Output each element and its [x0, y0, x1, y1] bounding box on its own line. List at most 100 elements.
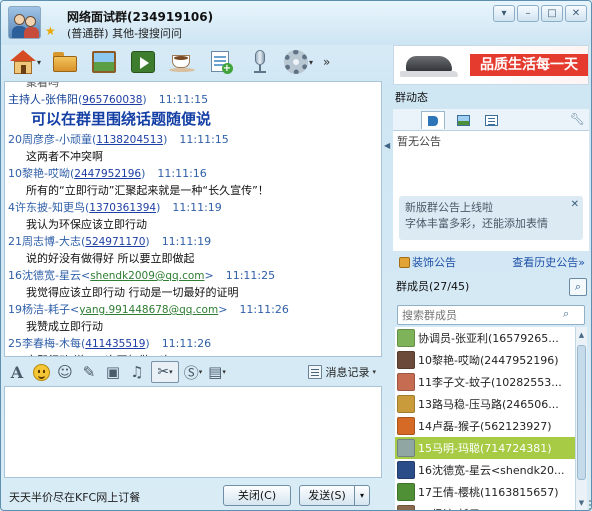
- ad-banner[interactable]: 品质生活每一天: [393, 45, 589, 85]
- group-avatar[interactable]: [8, 6, 41, 39]
- message-text: 所有的“立即行动”汇聚起来就是一种“长久宣传”！: [26, 184, 269, 197]
- scroll-down-icon[interactable]: ▼: [577, 497, 586, 509]
- face-icon[interactable]: ☺: [55, 362, 75, 382]
- decorate-notice-label: 装饰公告: [412, 256, 456, 269]
- member-item[interactable]: 17王倩-樱桃(1163815657): [395, 481, 575, 503]
- notice-history-link[interactable]: 查看历史公告»: [512, 254, 585, 270]
- sender-name[interactable]: 4许东披-知更鸟: [8, 199, 85, 216]
- group-video-button[interactable]: [124, 46, 161, 78]
- member-scrollbar[interactable]: ▲ ▼: [575, 327, 587, 510]
- group-files-button[interactable]: [46, 46, 83, 78]
- main-toolbar: ▾ + ▾ »: [7, 45, 383, 79]
- sender-id-link[interactable]: 1138204513: [96, 132, 163, 149]
- sender-name[interactable]: 10黎艳-哎呦: [8, 165, 70, 182]
- message-list: 聚看吗 主持人-张伟阳(965760038) 11:11:15 可以在群里围绕话题随便…: [5, 82, 381, 356]
- message-history-button[interactable]: 消息记录 ▾: [308, 364, 376, 380]
- scroll-thumb[interactable]: [577, 345, 586, 480]
- smiley-icon: [32, 363, 50, 381]
- decorate-notice-link[interactable]: 装饰公告: [399, 254, 456, 270]
- collapse-panel-icon[interactable]: ◀: [384, 141, 390, 150]
- search-icon[interactable]: ⌕: [569, 278, 587, 296]
- screenshot-button[interactable]: ✂ ▾: [151, 361, 179, 383]
- photo-frame-icon: [91, 51, 116, 73]
- ad-text: 品质生活每一天: [470, 54, 588, 76]
- group-home-button[interactable]: ▾: [7, 46, 44, 78]
- close-window-button[interactable]: ✕: [565, 5, 587, 22]
- settings-button[interactable]: ▾: [280, 46, 317, 78]
- sender-id-link[interactable]: yang.9914486​78@qq.com: [79, 302, 218, 319]
- image-icon[interactable]: ▣: [103, 362, 123, 382]
- star-icon: ★: [45, 24, 56, 38]
- dropdown-button[interactable]: ▾: [493, 5, 515, 22]
- scroll-up-icon[interactable]: ▲: [577, 329, 586, 341]
- voice-button[interactable]: [241, 46, 278, 78]
- avatar: [397, 439, 415, 457]
- more-tools-button[interactable]: »: [323, 55, 330, 69]
- send-button[interactable]: 发送(S): [299, 485, 355, 506]
- sender-id-link[interactable]: shendk2009@qq.com: [90, 268, 204, 285]
- member-search-input[interactable]: [397, 305, 585, 325]
- notice-title: 群动态: [395, 91, 428, 104]
- member-item[interactable]: 协调员-张亚利(16579265...: [395, 327, 575, 349]
- member-item[interactable]: 13路马稳-压马路(246506...: [395, 393, 575, 415]
- sender-name[interactable]: 19杨洁-耗子: [8, 301, 70, 318]
- sender-id-link[interactable]: 524971170: [85, 234, 145, 251]
- font-icon[interactable]: A: [7, 362, 27, 382]
- member-item[interactable]: 19杨洁-耗子(...): [395, 503, 575, 510]
- house-icon: [9, 50, 36, 74]
- sender-name[interactable]: 21周志博-大志: [8, 233, 81, 250]
- message-header: 16沈德宽-星云 < shendk2009@qq.com >11:11:25: [5, 267, 381, 284]
- member-item[interactable]: 10黎艳-哎呦(2447952196): [395, 349, 575, 371]
- group-app-button[interactable]: [163, 46, 200, 78]
- message-input[interactable]: [4, 386, 382, 478]
- avatar: [397, 351, 415, 369]
- sender-id-link[interactable]: 1370361394: [89, 200, 156, 217]
- tab-list[interactable]: [479, 111, 503, 129]
- edit-icon[interactable]: ✎: [79, 362, 99, 382]
- side-panel: 群动态 🔧︎ 暂无公告 新版群公告上线啦 字体丰富多彩，还能添加表情 ✕ 装饰公…: [391, 85, 591, 510]
- note-add-icon: +: [209, 50, 233, 74]
- sender-id-link[interactable]: 2447952196: [74, 166, 141, 183]
- gear-icon: [283, 50, 308, 74]
- member-item[interactable]: 16沈德宽-星云<shendk20...: [395, 459, 575, 481]
- group-album-button[interactable]: [85, 46, 122, 78]
- music-icon[interactable]: ♫: [127, 362, 147, 382]
- close-button[interactable]: 关闭(C): [223, 485, 291, 506]
- maximize-button[interactable]: □: [541, 5, 563, 22]
- sender-id-link[interactable]: 965760038: [82, 92, 142, 109]
- message-header: 10黎艳-哎呦(2447952196) 11:11:16: [5, 165, 381, 182]
- group-note-button[interactable]: +: [202, 46, 239, 78]
- sender-name[interactable]: 25李春梅-木每: [8, 335, 81, 352]
- screen-icon[interactable]: ▤ ▾: [207, 362, 227, 382]
- snap-icon[interactable]: Ⓢ ▾: [183, 362, 203, 382]
- smiley-button[interactable]: [31, 362, 51, 382]
- message-header: 4许东披-知更鸟(1370361394) 11:11:19: [5, 199, 381, 216]
- send-options-button[interactable]: ▾: [354, 485, 370, 506]
- avatar: [397, 483, 415, 501]
- member-name: 10黎艳-哎呦(2447952196): [418, 354, 559, 367]
- member-item[interactable]: 11李子文-蚊子(10282553...: [395, 371, 575, 393]
- search-icon[interactable]: ⌕: [563, 307, 569, 321]
- tab-images[interactable]: [451, 111, 475, 129]
- wrench-icon[interactable]: 🔧︎: [570, 112, 585, 126]
- sender-name[interactable]: 16沈德宽-星云: [8, 267, 81, 284]
- speaker-icon: [428, 115, 438, 126]
- member-name: 14卢磊-猴子(562123927): [418, 420, 552, 433]
- message-time: 11:11:25: [225, 269, 276, 282]
- tab-notice[interactable]: [421, 111, 445, 129]
- sender-id-link[interactable]: 411435519: [85, 336, 145, 353]
- message-header: 主持人-张伟阳(965760038) 11:11:15: [5, 91, 381, 108]
- avatar: [397, 505, 415, 510]
- message-time: 11:11:19: [172, 201, 222, 214]
- message-time: 11:11:19: [161, 235, 212, 248]
- close-icon[interactable]: ✕: [571, 197, 579, 213]
- member-item[interactable]: 15马明-玛聪(714724381): [395, 437, 575, 459]
- sender-name[interactable]: 20周彦彦-小顽童: [8, 131, 92, 148]
- message-area[interactable]: 聚看吗 主持人-张伟阳(965760038) 11:11:15 可以在群里围绕话题随便…: [4, 81, 382, 357]
- sender-name[interactable]: 主持人-张伟阳: [8, 91, 78, 108]
- promo-link[interactable]: 天天半价尽在KFC网上订餐: [9, 489, 140, 505]
- message-header: 19杨洁-耗子 < yang.9914486​78@qq.com >11:11:26: [5, 301, 381, 318]
- minimize-button[interactable]: –: [517, 5, 539, 22]
- chevron-down-icon: ▾: [372, 368, 376, 376]
- member-item[interactable]: 14卢磊-猴子(562123927): [395, 415, 575, 437]
